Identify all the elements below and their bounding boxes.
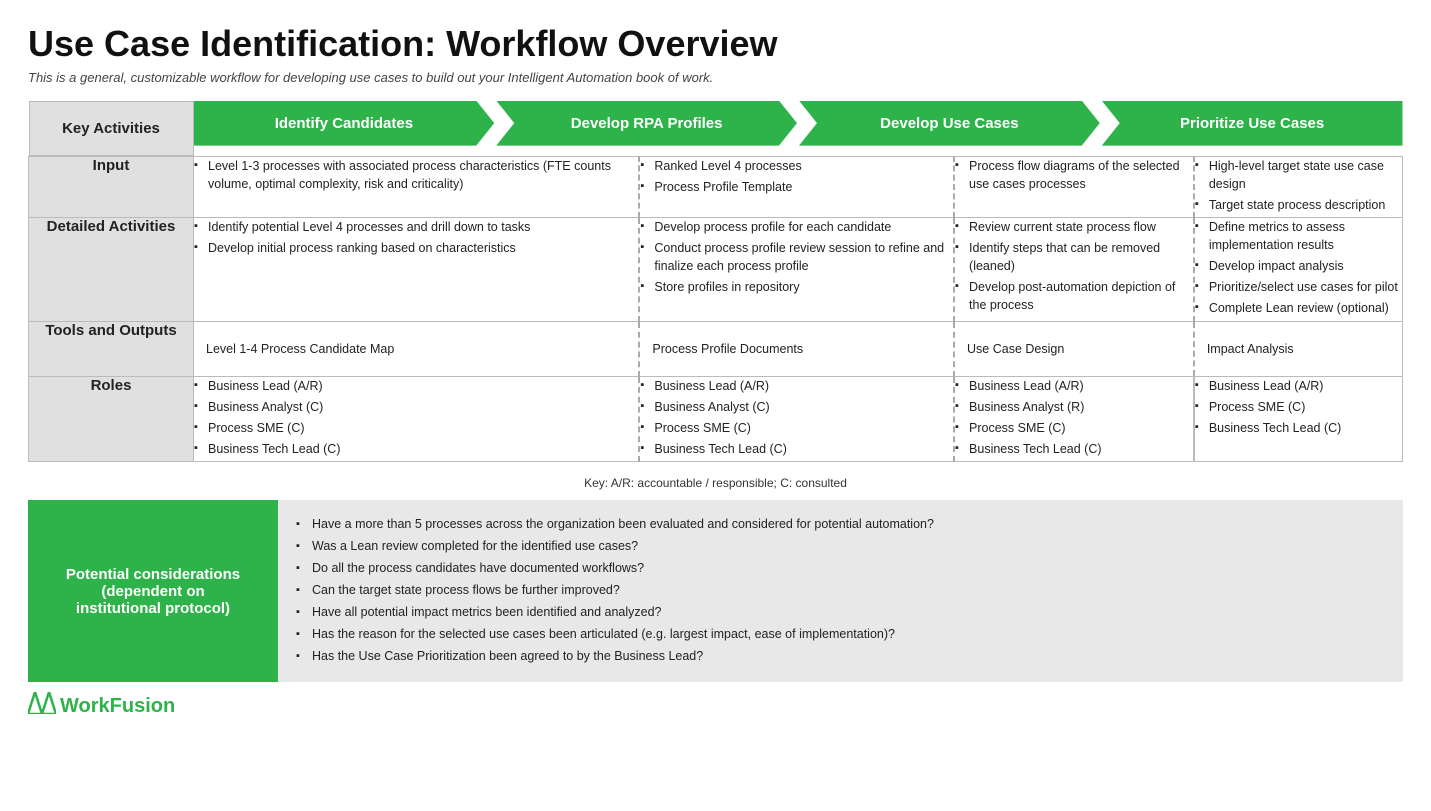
- phase-prioritize: Prioritize Use Cases: [1102, 101, 1403, 146]
- consideration-item-6: Has the Use Case Prioritization been agr…: [296, 646, 1385, 666]
- role-2-2: Process SME (C): [955, 419, 1193, 437]
- input-item-0: Level 1-3 processes with associated proc…: [194, 157, 638, 193]
- detailed-activities-cell-0: Identify potential Level 4 processes and…: [194, 217, 640, 321]
- role-2-0: Business Lead (A/R): [955, 377, 1193, 395]
- detailed-activities-cell-1: Develop process profile for each candida…: [639, 217, 954, 321]
- da-item-10: Prioritize/select use cases for pilot: [1195, 278, 1402, 296]
- page-subtitle: This is a general, customizable workflow…: [28, 70, 1403, 85]
- input-cell-3: High-level target state use case design …: [1194, 156, 1403, 217]
- key-activities-label: Key Activities: [29, 101, 194, 156]
- roles-cell-3: Business Lead (A/R) Process SME (C) Busi…: [1194, 376, 1403, 462]
- phase-develop-rpa: Develop RPA Profiles: [496, 101, 797, 146]
- input-cell-0: Level 1-3 processes with associated proc…: [194, 156, 640, 217]
- da-item-4: Store profiles in repository: [640, 278, 953, 296]
- phase-identify: Identify Candidates: [194, 101, 495, 146]
- da-item-0: Identify potential Level 4 processes and…: [194, 218, 638, 236]
- tools-cell-3: Impact Analysis: [1194, 321, 1403, 376]
- considerations-section: Potential considerations(dependent onins…: [28, 500, 1403, 682]
- role-0-1: Business Analyst (C): [194, 398, 638, 416]
- input-row: Input Level 1-3 processes with associate…: [29, 156, 1403, 217]
- tools-item-2: Use Case Design: [967, 342, 1064, 356]
- logo-text: WorkFusion: [60, 695, 175, 718]
- role-1-1: Business Analyst (C): [640, 398, 953, 416]
- roles-row: Roles Business Lead (A/R) Business Analy…: [29, 376, 1403, 462]
- input-cell-2: Process flow diagrams of the selected us…: [954, 156, 1194, 217]
- phases-header: Identify Candidates Develop RPA Profiles…: [194, 101, 1403, 146]
- roles-cell-0: Business Lead (A/R) Business Analyst (C)…: [194, 376, 640, 462]
- input-item-2: Process Profile Template: [640, 178, 953, 196]
- role-2-3: Business Tech Lead (C): [955, 440, 1193, 458]
- input-item-1: Ranked Level 4 processes: [640, 157, 953, 175]
- detailed-activities-row: Detailed Activities Identify potential L…: [29, 217, 1403, 321]
- da-item-8: Define metrics to assess implementation …: [1195, 218, 1402, 254]
- consideration-item-4: Have all potential impact metrics been i…: [296, 602, 1385, 622]
- role-1-3: Business Tech Lead (C): [640, 440, 953, 458]
- detailed-activities-cell-3: Define metrics to assess implementation …: [1194, 217, 1403, 321]
- considerations-label: Potential considerations(dependent onins…: [28, 500, 278, 682]
- role-1-2: Process SME (C): [640, 419, 953, 437]
- logo-icon: [28, 692, 56, 720]
- roles-label: Roles: [29, 376, 194, 462]
- tools-outputs-row: Tools and Outputs Level 1-4 Process Cand…: [29, 321, 1403, 376]
- input-label: Input: [29, 156, 194, 217]
- da-item-3: Conduct process profile review session t…: [640, 239, 953, 275]
- roles-cell-1: Business Lead (A/R) Business Analyst (C)…: [639, 376, 954, 462]
- page-title: Use Case Identification: Workflow Overvi…: [28, 24, 1403, 64]
- input-item-5: Target state process description: [1195, 196, 1402, 214]
- considerations-list: Have a more than 5 processes across the …: [296, 514, 1385, 666]
- consideration-item-5: Has the reason for the selected use case…: [296, 624, 1385, 644]
- role-0-2: Process SME (C): [194, 419, 638, 437]
- phase-develop-use-cases: Develop Use Cases: [799, 101, 1100, 146]
- role-2-1: Business Analyst (R): [955, 398, 1193, 416]
- da-item-2: Develop process profile for each candida…: [640, 218, 953, 236]
- da-item-5: Review current state process flow: [955, 218, 1193, 236]
- header-row: Key Activities Identify Candidates Devel…: [29, 101, 1403, 157]
- considerations-content: Have a more than 5 processes across the …: [278, 500, 1403, 682]
- consideration-item-0: Have a more than 5 processes across the …: [296, 514, 1385, 534]
- da-item-6: Identify steps that can be removed (lean…: [955, 239, 1193, 275]
- input-item-3: Process flow diagrams of the selected us…: [955, 157, 1193, 193]
- consideration-item-1: Was a Lean review completed for the iden…: [296, 536, 1385, 556]
- roles-key-note: Key: A/R: accountable / responsible; C: …: [28, 472, 1403, 496]
- roles-cell-2: Business Lead (A/R) Business Analyst (R)…: [954, 376, 1194, 462]
- tools-item-1: Process Profile Documents: [652, 342, 803, 356]
- consideration-item-3: Can the target state process flows be fu…: [296, 580, 1385, 600]
- da-item-11: Complete Lean review (optional): [1195, 299, 1402, 317]
- tools-item-0: Level 1-4 Process Candidate Map: [206, 342, 394, 356]
- input-item-4: High-level target state use case design: [1195, 157, 1402, 193]
- input-cell-1: Ranked Level 4 processes Process Profile…: [639, 156, 954, 217]
- detailed-activities-label: Detailed Activities: [29, 217, 194, 321]
- workfusion-logo: WorkFusion: [28, 692, 1403, 720]
- consideration-item-2: Do all the process candidates have docum…: [296, 558, 1385, 578]
- considerations-label-text: Potential considerations(dependent onins…: [66, 566, 240, 617]
- role-0-3: Business Tech Lead (C): [194, 440, 638, 458]
- workflow-table: Key Activities Identify Candidates Devel…: [28, 101, 1403, 463]
- da-item-1: Develop initial process ranking based on…: [194, 239, 638, 257]
- tools-cell-0: Level 1-4 Process Candidate Map: [194, 321, 640, 376]
- da-item-7: Develop post-automation depiction of the…: [955, 278, 1193, 314]
- role-0-0: Business Lead (A/R): [194, 377, 638, 395]
- tools-cell-1: Process Profile Documents: [639, 321, 954, 376]
- role-1-0: Business Lead (A/R): [640, 377, 953, 395]
- role-3-2: Business Tech Lead (C): [1195, 419, 1402, 437]
- da-item-9: Develop impact analysis: [1195, 257, 1402, 275]
- tools-item-3: Impact Analysis: [1207, 342, 1294, 356]
- detailed-activities-cell-2: Review current state process flow Identi…: [954, 217, 1194, 321]
- tools-outputs-label: Tools and Outputs: [29, 321, 194, 376]
- role-3-0: Business Lead (A/R): [1195, 377, 1402, 395]
- tools-cell-2: Use Case Design: [954, 321, 1194, 376]
- role-3-1: Process SME (C): [1195, 398, 1402, 416]
